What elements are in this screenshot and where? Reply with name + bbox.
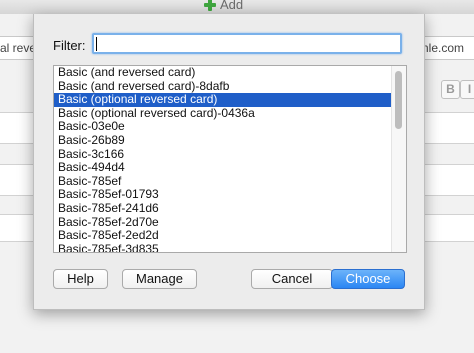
- window-titlebar: Add: [0, 0, 474, 14]
- note-type-list-items: Basic (and reversed card) Basic (and reve…: [54, 66, 406, 252]
- manage-button[interactable]: Manage: [122, 269, 197, 289]
- window-title: Add: [203, 0, 243, 12]
- help-button[interactable]: Help: [53, 269, 108, 289]
- note-type-item[interactable]: Basic (optional reversed card)-0436a: [54, 106, 406, 121]
- note-type-item[interactable]: Basic-785ef-01793: [54, 188, 406, 202]
- note-type-item[interactable]: Basic-785ef-241d6: [54, 201, 406, 216]
- note-type-item[interactable]: Basic (and reversed card)-8dafb: [54, 79, 406, 94]
- note-type-item[interactable]: Basic (optional reversed card): [54, 93, 406, 107]
- note-type-item[interactable]: Basic-494d4: [54, 161, 406, 175]
- choose-note-type-dialog: Filter: Basic (and reversed card) Basic (…: [33, 14, 425, 310]
- choose-button[interactable]: Choose: [331, 269, 405, 289]
- note-type-item[interactable]: Basic-3c166: [54, 147, 406, 162]
- filter-label: Filter:: [53, 38, 86, 53]
- italic-button[interactable]: I: [460, 80, 474, 99]
- note-type-list[interactable]: Basic (and reversed card) Basic (and reve…: [53, 65, 407, 253]
- tags-field-edge[interactable]: [0, 214, 33, 242]
- filter-input[interactable]: [92, 33, 402, 54]
- note-type-item[interactable]: Basic-785ef-3d835: [54, 242, 406, 252]
- scroll-thumb[interactable]: [395, 71, 402, 129]
- list-scrollbar[interactable]: [391, 66, 406, 252]
- note-type-item[interactable]: Basic-26b89: [54, 133, 406, 148]
- add-icon: [203, 0, 217, 12]
- note-type-item[interactable]: Basic-03e0e: [54, 120, 406, 134]
- bold-button[interactable]: B: [441, 80, 460, 99]
- note-type-item[interactable]: Basic-785ef-2ed2d: [54, 229, 406, 243]
- note-type-item[interactable]: Basic (and reversed card): [54, 66, 406, 80]
- cancel-button[interactable]: Cancel: [251, 269, 333, 289]
- text-caret: [96, 37, 97, 51]
- front-field-edge[interactable]: [0, 112, 33, 144]
- note-type-item[interactable]: Basic-785ef: [54, 174, 406, 189]
- back-field-edge[interactable]: [0, 164, 33, 196]
- window-title-text: Add: [220, 0, 244, 12]
- note-type-item[interactable]: Basic-785ef-2d70e: [54, 215, 406, 230]
- note-type-text: al reve: [0, 41, 37, 55]
